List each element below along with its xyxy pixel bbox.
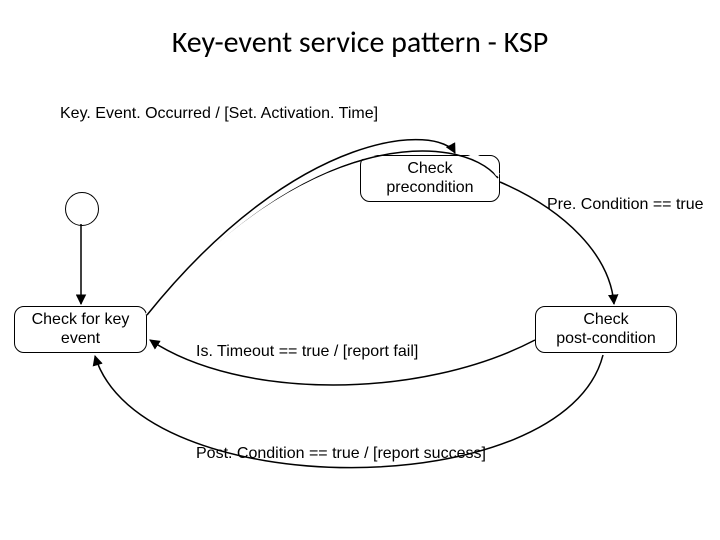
state-check-key-event-label: Check for keyevent [32,311,130,348]
postcondition-true-label: Post. Condition == true / [report succes… [196,444,486,463]
state-check-postcondition-label: Checkpost-condition [556,311,656,348]
trigger-label: Key. Event. Occurred / [Set. Activation.… [60,104,378,123]
state-check-precondition: Checkprecondition [360,155,500,202]
page-title: Key-event service pattern - KSP [0,24,720,61]
state-check-precondition-label: Checkprecondition [386,160,473,197]
state-check-key-event: Check for keyevent [14,306,147,353]
timeout-label: Is. Timeout == true / [report fail] [196,342,418,361]
precondition-true-label: Pre. Condition == true [547,195,704,214]
initial-state [65,192,99,226]
state-check-postcondition: Checkpost-condition [535,306,677,353]
